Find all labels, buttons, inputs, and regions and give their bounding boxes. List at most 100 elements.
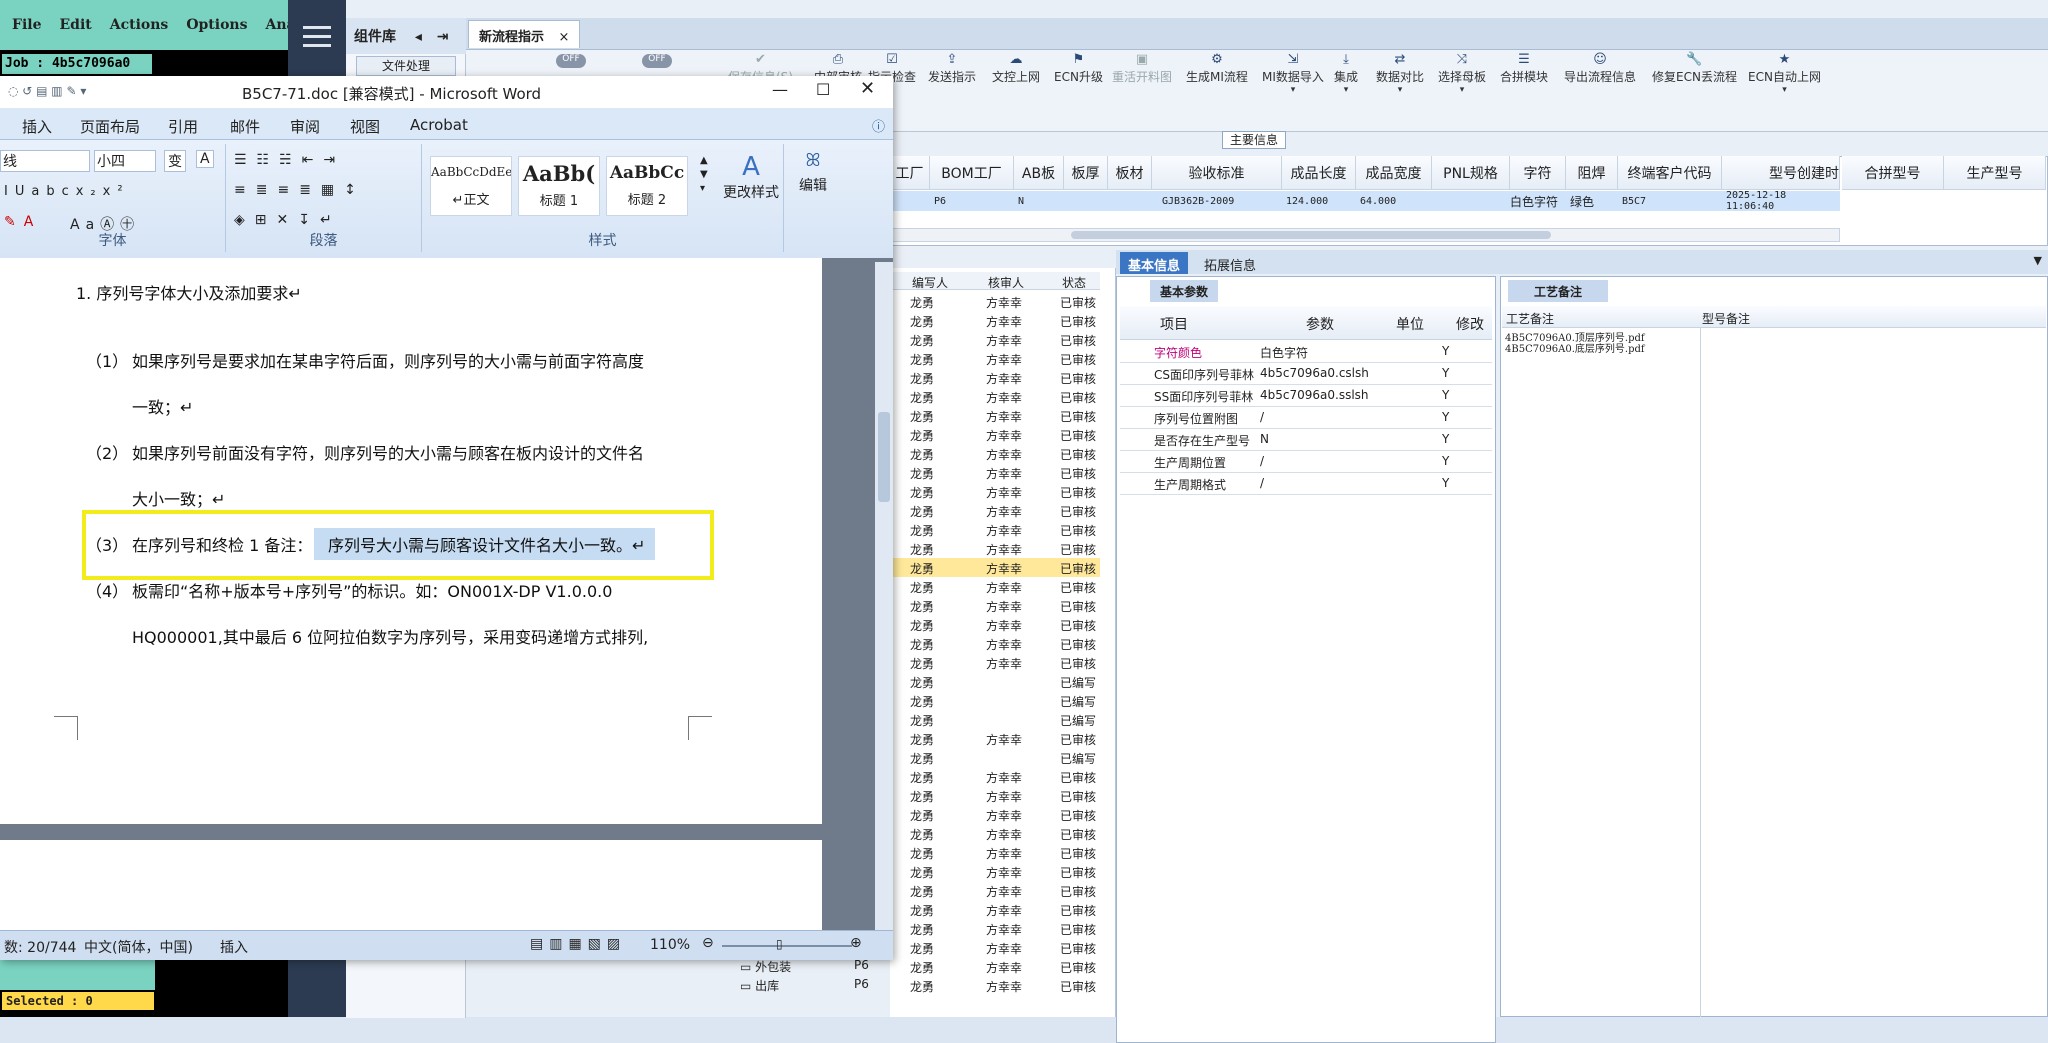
tab-extended-info[interactable]: 拓展信息	[1196, 252, 1264, 274]
list-item[interactable]: 龙勇 方幸幸 已审核	[890, 463, 1100, 482]
list-item[interactable]: 龙勇 方幸幸 已审核	[890, 330, 1100, 349]
edit-button[interactable]: ꕤ 编辑	[790, 150, 836, 195]
view-buttons[interactable]: ▤▥▦▧▨	[530, 936, 626, 952]
fix-ecn-button[interactable]: 🔧 修复ECN丢流程	[1652, 50, 1737, 130]
list-item[interactable]: 龙勇 方幸幸 已审核	[890, 577, 1100, 596]
tab-basic-info[interactable]: 基本信息	[1120, 252, 1189, 274]
font-name-input[interactable]: 线	[0, 150, 90, 172]
ecn-upgrade-button[interactable]: ⚑ ECN升级	[1054, 50, 1103, 130]
doc-online-button[interactable]: ☁ 文控上网	[992, 50, 1040, 130]
col-model-note[interactable]: 型号备注	[1702, 310, 1750, 327]
maximize-icon[interactable]: ☐	[816, 80, 830, 99]
toggle-1[interactable]: OFF	[556, 54, 586, 68]
list-item[interactable]: 龙勇 方幸幸 已审核	[890, 444, 1100, 463]
list-item[interactable]: 龙勇 方幸幸 已审核	[890, 653, 1100, 672]
grid-header[interactable]: AB板	[1014, 156, 1064, 190]
list-item[interactable]: 龙勇 方幸幸 已审核	[890, 311, 1100, 330]
mi-import-button[interactable]: ⇲ MI数据导入 ▾	[1262, 50, 1324, 130]
vertical-scrollbar[interactable]	[875, 262, 893, 930]
tab-page-layout[interactable]: 页面布局	[80, 116, 140, 137]
list-item[interactable]: 龙勇 方幸幸 已审核	[890, 767, 1100, 786]
tab-references[interactable]: 引用	[168, 116, 198, 137]
grid-header[interactable]: PNL规格	[1432, 156, 1510, 190]
param-row[interactable]: SS面印序列号菲林 4b5c7096a0.sslsh Y	[1120, 385, 1492, 407]
font-size-input[interactable]: 小四	[94, 150, 156, 172]
merge-module-button[interactable]: ☰ 合拼模块	[1500, 50, 1548, 130]
list-item[interactable]: 龙勇 方幸幸 已审核	[890, 919, 1100, 938]
dropdown-arrow-icon[interactable]: ▾	[1460, 85, 1465, 95]
list-item[interactable]: 龙勇 方幸幸 已审核	[890, 520, 1100, 539]
chevron-down-icon[interactable]: ▼	[2034, 254, 2042, 267]
list-item[interactable]: 龙勇 方幸幸 已审核	[890, 482, 1100, 501]
generate-mi-button[interactable]: ⚙ 生成MI流程	[1186, 50, 1248, 130]
grid-header[interactable]: 合拼型号	[1842, 156, 1944, 190]
param-row[interactable]: 生产周期格式 / Y	[1120, 473, 1492, 495]
tree-item[interactable]: ▭ 外包装 P6	[740, 958, 890, 977]
grid-header[interactable]: 字符	[1510, 156, 1566, 190]
col-unit[interactable]: 单位	[1396, 314, 1424, 334]
grid-header[interactable]: 成品宽度	[1356, 156, 1432, 190]
data-compare-button[interactable]: ⇄ 数据对比 ▾	[1376, 50, 1424, 130]
chevron-left-icon[interactable]: ◂	[415, 29, 422, 45]
col-craft-note[interactable]: 工艺备注	[1506, 310, 1554, 327]
grid-header[interactable]: 板厚	[1064, 156, 1108, 190]
list-item[interactable]: 龙勇 方幸幸 已审核	[890, 862, 1100, 881]
grid-header[interactable]: 成品长度	[1282, 156, 1356, 190]
list-item[interactable]: 龙勇 方幸幸 已审核	[890, 349, 1100, 368]
menu-edit[interactable]: Edit	[59, 17, 91, 33]
minimize-icon[interactable]: —	[772, 80, 788, 99]
close-icon[interactable]: ✕	[860, 78, 875, 99]
send-instruction-button[interactable]: ⇪ 发送指示	[928, 50, 976, 130]
scroll-thumb[interactable]	[1071, 231, 1551, 239]
ecn-auto-online-button[interactable]: ★ ECN自动上网 ▾	[1748, 50, 1821, 130]
close-icon[interactable]: ×	[559, 30, 570, 45]
quick-access-icons[interactable]: ◌ ↺ ▤ ▥ ✎ ▾	[8, 84, 86, 98]
list-item[interactable]: 龙勇 方幸幸 已审核	[890, 957, 1100, 976]
col-item[interactable]: 项目	[1160, 314, 1188, 334]
menu-icon[interactable]	[288, 26, 346, 47]
word-count[interactable]: 数: 20/744	[4, 937, 76, 957]
integrate-button[interactable]: ⤓ 集成 ▾	[1334, 50, 1358, 130]
page[interactable]	[0, 840, 822, 930]
list-icons[interactable]: ☰☷☵⇤⇥	[234, 152, 345, 168]
col-modify[interactable]: 修改	[1456, 314, 1484, 334]
tab-new-flow[interactable]: 新流程指示 ×	[468, 20, 581, 48]
dropdown-arrow-icon[interactable]: ▾	[1291, 85, 1296, 95]
zoom-in-icon[interactable]: ⊕	[850, 935, 862, 951]
help-icon[interactable]: ⓘ	[872, 116, 885, 135]
align-icons[interactable]: ≡≣≡≣▦↕	[234, 182, 366, 198]
zoom-slider[interactable]	[722, 945, 852, 947]
param-row[interactable]: 生产周期位置 / Y	[1120, 451, 1492, 473]
list-item[interactable]: 龙勇 已编写	[890, 748, 1100, 767]
list-item[interactable]: 龙勇 方幸幸 已审核	[890, 729, 1100, 748]
list-item[interactable]: 龙勇 方幸幸 已审核	[890, 292, 1100, 311]
list-item[interactable]: 龙勇 方幸幸 已审核	[890, 881, 1100, 900]
cutting-map-button[interactable]: ▣ 重活开料图	[1112, 50, 1172, 130]
library-item[interactable]: 文件处理	[356, 56, 456, 76]
param-row[interactable]: 是否存在生产型号 N Y	[1120, 429, 1492, 451]
param-row[interactable]: 序列号位置附图 / Y	[1120, 407, 1492, 429]
tab-insert[interactable]: 插入	[22, 116, 52, 137]
change-styles-button[interactable]: A 更改样式	[720, 152, 782, 202]
tab-acrobat[interactable]: Acrobat	[410, 116, 468, 134]
list-item[interactable]: 龙勇 已编写	[890, 672, 1100, 691]
export-flow-button[interactable]: ☺ 导出流程信息	[1564, 50, 1636, 130]
horizontal-scrollbar[interactable]	[890, 228, 1840, 242]
list-item[interactable]: 龙勇 方幸幸 已审核	[890, 501, 1100, 520]
grid-header[interactable]: 工厂	[890, 156, 930, 190]
insert-mode[interactable]: 插入	[220, 937, 248, 957]
styles-scroll-arrows[interactable]: ▲ ▼ ▾	[700, 154, 708, 196]
tab-craft-note[interactable]: 工艺备注	[1508, 280, 1609, 302]
list-item[interactable]: 龙勇 方幸幸 已审核	[890, 539, 1100, 558]
list-item[interactable]: 龙勇 方幸幸 已审核	[890, 805, 1100, 824]
tab-review[interactable]: 审阅	[290, 116, 320, 137]
grid-header[interactable]: 型号创建时	[1722, 156, 1840, 190]
list-item[interactable]: 龙勇 方幸幸 已审核	[890, 615, 1100, 634]
list-item[interactable]: 龙勇 方幸幸 已审核	[890, 976, 1100, 995]
list-item[interactable]: 龙勇 已编写	[890, 710, 1100, 729]
col-status[interactable]: 状态	[1062, 274, 1086, 291]
tab-mailings[interactable]: 邮件	[230, 116, 260, 137]
tree-item[interactable]: ▭ 出库 P6	[740, 977, 890, 996]
phonetic-icon[interactable]: 变	[164, 150, 186, 172]
zoom-out-icon[interactable]: ⊖	[702, 935, 714, 951]
